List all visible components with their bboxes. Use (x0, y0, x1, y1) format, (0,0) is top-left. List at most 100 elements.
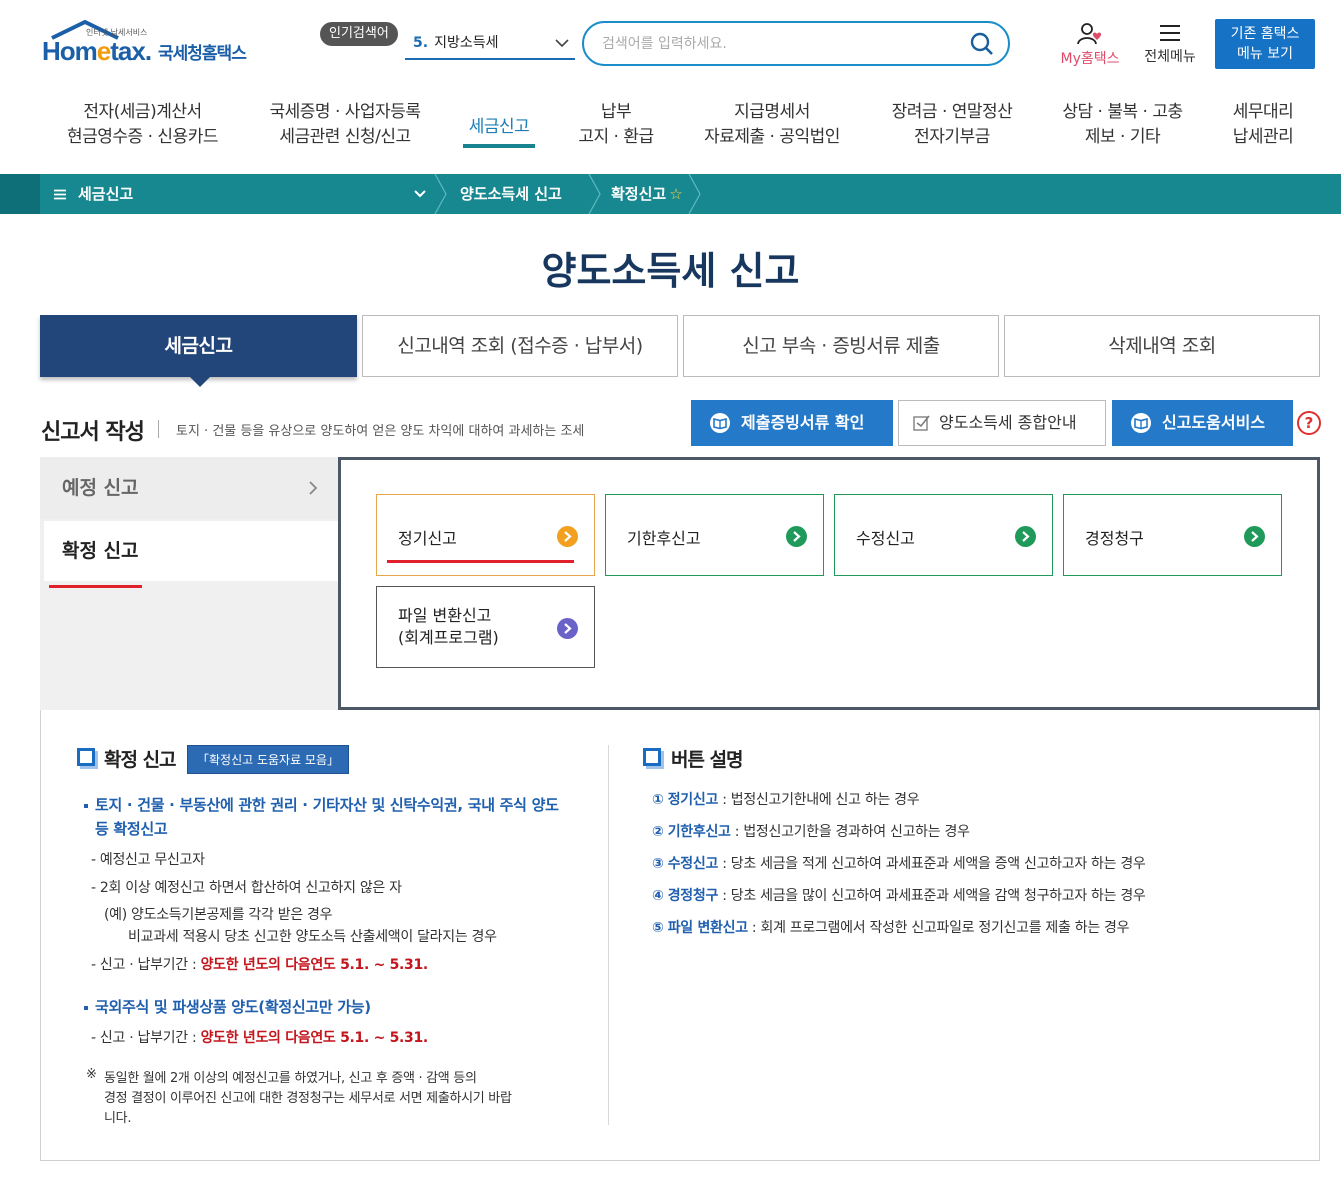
section-title: 신고서 작성 (41, 420, 145, 445)
help-service-button[interactable]: 신고도움서비스 (1112, 400, 1293, 446)
help-question-icon[interactable]: ? (1297, 411, 1321, 435)
info-note-line1: 동일한 월에 2개 이상의 예정신고를 하였거나, 신고 후 증액 · 감액 등… (104, 1071, 477, 1086)
guide-button[interactable]: 양도소득세 종합안내 (898, 400, 1106, 446)
breadcrumb-level2[interactable]: 양도소득세 신고 (460, 174, 562, 214)
gnb-certificates[interactable]: 국세증명 · 사업자등록 세금관련 신청/신고 (262, 100, 428, 150)
global-navigation: 전자(세금)계산서 현금영수증 · 신용카드 국세증명 · 사업자등록 세금관련 신… (0, 100, 1341, 168)
old-menu-line2: 메뉴 보기 (1237, 46, 1293, 62)
my-hometax-button[interactable]: My홈택스 (1052, 22, 1128, 68)
file-conversion-filing-button[interactable]: 파일 변환신고 (회계프로그램) (376, 586, 595, 668)
chevron-down-icon (555, 39, 569, 48)
info-sub-2: - 2회 이상 예정신고 하면서 합산하여 신고하지 않은 자 (91, 880, 402, 896)
gnb-incentive[interactable]: 장려금 · 연말정산 전자기부금 (882, 100, 1022, 150)
final-filing-heading: 확정 신고 (104, 749, 177, 771)
gnb-tax-agent[interactable]: 세무대리 납세관리 (1222, 100, 1304, 150)
breadcrumb-level3-label: 확정신고 (611, 185, 667, 203)
highlight-underline (387, 560, 574, 563)
button-guide-item: ③ 수정신고 : 당초 세금을 적게 신고하여 과세표준과 세액을 증액 신고하… (652, 856, 1146, 872)
amended-filing-label: 수정신고 (856, 529, 915, 548)
search-input[interactable] (602, 33, 952, 55)
gnb-payment-statement[interactable]: 지급명세서 자료제출 · 공익법인 (697, 100, 847, 150)
button-guide-item: ④ 경정청구 : 당초 세금을 많이 신고하여 과세표준과 세액을 감액 청구하… (652, 888, 1146, 904)
book-icon (710, 413, 730, 433)
info-bullet-1-cont: 등 확정신고 (95, 820, 168, 838)
section-divider (158, 420, 159, 438)
popular-term: 지방소득세 (434, 35, 499, 51)
arrow-circle-icon (557, 618, 578, 639)
page-title: 양도소득세 신고 (541, 249, 800, 293)
square-bullet-icon (77, 748, 95, 766)
star-icon[interactable]: ☆ (669, 185, 682, 203)
info-period-2: - 신고 · 납부기간 : 양도한 년도의 다음연도 5.1. ~ 5.31. (91, 1030, 428, 1046)
tab-filing-history[interactable]: 신고내역 조회 (접수증 · 납부서) (362, 315, 678, 377)
breadcrumb-separator (688, 174, 701, 214)
search-icon[interactable] (970, 32, 994, 56)
checkbox-icon (913, 415, 930, 431)
arrow-circle-icon (557, 526, 578, 547)
section-description: 토지 · 건물 등을 유상으로 양도하여 얻은 양도 차익에 대하여 과세하는 … (176, 424, 585, 439)
breadcrumb-menu-label: 세금신고 (78, 185, 134, 203)
breadcrumb-separator (588, 174, 601, 214)
amended-filing-button[interactable]: 수정신고 (834, 494, 1053, 576)
evidence-check-label: 제출증빙서류 확인 (741, 413, 865, 432)
hamburger-icon (54, 189, 66, 200)
logo-brand: Hometax. (42, 36, 152, 66)
chevron-down-icon (414, 190, 426, 198)
side-menu-preliminary[interactable]: 예정 신고 (40, 457, 340, 519)
regular-filing-button[interactable]: 정기신고 (376, 494, 595, 576)
breadcrumb-lead (0, 174, 40, 214)
gnb-tax-filing[interactable]: 세금신고 (463, 115, 535, 148)
evidence-check-button[interactable]: 제출증빙서류 확인 (691, 400, 893, 446)
info-note-line3: 니다. (104, 1111, 132, 1126)
breadcrumb-separator (434, 174, 447, 214)
button-guide-item: ⑤ 파일 변환신고 : 회계 프로그램에서 작성한 신고파일로 정기신고를 제출… (652, 920, 1130, 936)
all-menu-button[interactable]: 전체메뉴 (1138, 22, 1202, 66)
chevron-right-icon (309, 481, 318, 495)
popular-rank: 5. (413, 35, 429, 51)
arrow-circle-icon (1015, 526, 1036, 547)
late-filing-label: 기한후신고 (627, 529, 701, 548)
arrow-circle-icon (786, 526, 807, 547)
old-hometax-menu-button[interactable]: 기존 홈택스 메뉴 보기 (1215, 19, 1315, 69)
info-bullet-1: 토지 · 건물 · 부동산에 관한 권리 · 기타자산 및 신탁수익권, 국내 … (84, 794, 559, 815)
breadcrumb-menu-select[interactable]: 세금신고 (40, 174, 435, 214)
button-guide-heading: 버튼 설명 (671, 749, 744, 771)
hometax-logo[interactable]: 인터넷 납세서비스 Hometax. 국세청홈택스 (42, 20, 262, 70)
regular-filing-label: 정기신고 (398, 529, 457, 548)
file-conversion-label: 파일 변환신고 (회계프로그램) (398, 606, 499, 647)
user-heart-icon (1077, 23, 1102, 45)
guide-label: 양도소득세 종합안내 (939, 413, 1077, 432)
tab-deleted-history[interactable]: 삭제내역 조회 (1004, 315, 1320, 377)
late-filing-button[interactable]: 기한후신고 (605, 494, 824, 576)
button-guide-item: ① 정기신고 : 법정신고기한내에 신고 하는 경우 (652, 792, 920, 808)
info-note-mark: ※ (86, 1067, 97, 1082)
help-service-label: 신고도움서비스 (1162, 413, 1266, 432)
refund-claim-label: 경정청구 (1085, 529, 1144, 548)
hamburger-icon (1160, 25, 1180, 41)
side-menu-final[interactable]: 확정 신고 (44, 521, 342, 581)
search-box (582, 21, 1010, 66)
gnb-payment[interactable]: 납부 고지 · 환급 (572, 100, 660, 150)
highlight-underline (49, 585, 142, 588)
popular-search-badge: 인기검색어 (320, 22, 398, 46)
info-example-1: (예) 양도소득기본공제를 각각 받은 경우 (104, 907, 333, 923)
info-bullet-2: 국외주식 및 파생상품 양도(확정신고만 가능) (84, 996, 371, 1017)
square-bullet-icon (643, 748, 661, 766)
side-menu-preliminary-label: 예정 신고 (62, 477, 139, 499)
book-icon (1131, 413, 1151, 433)
logo-korean-name: 국세청홈택스 (158, 44, 247, 64)
info-note-line2: 경정 결정이 이루어진 신고에 대한 경정청구는 세무서로 서면 제출하시기 바… (104, 1091, 512, 1106)
my-hometax-label: My홈택스 (1060, 51, 1120, 67)
gnb-consult[interactable]: 상담 · 불복 · 고충 제보 · 기타 (1055, 100, 1190, 150)
tab-attachments[interactable]: 신고 부속 · 증빙서류 제출 (683, 315, 999, 377)
breadcrumb-level3[interactable]: 확정신고 ☆ (611, 174, 683, 214)
tab-tax-filing[interactable]: 세금신고 (40, 315, 357, 387)
help-materials-button[interactable]: 「확정신고 도움자료 모음」 (187, 745, 349, 774)
info-example-2: 비교과세 적용시 당초 신고한 양도소득 산출세액이 달라지는 경우 (128, 929, 497, 945)
popular-search-select[interactable]: 5. 지방소득세 (405, 30, 575, 60)
breadcrumb: 세금신고 양도소득세 신고 확정신고 ☆ (0, 174, 1341, 214)
gnb-e-invoice[interactable]: 전자(세금)계산서 현금영수증 · 신용카드 (60, 100, 225, 150)
info-sub-1: - 예정신고 무신고자 (91, 852, 205, 868)
info-divider (608, 745, 609, 1125)
refund-claim-button[interactable]: 경정청구 (1063, 494, 1282, 576)
